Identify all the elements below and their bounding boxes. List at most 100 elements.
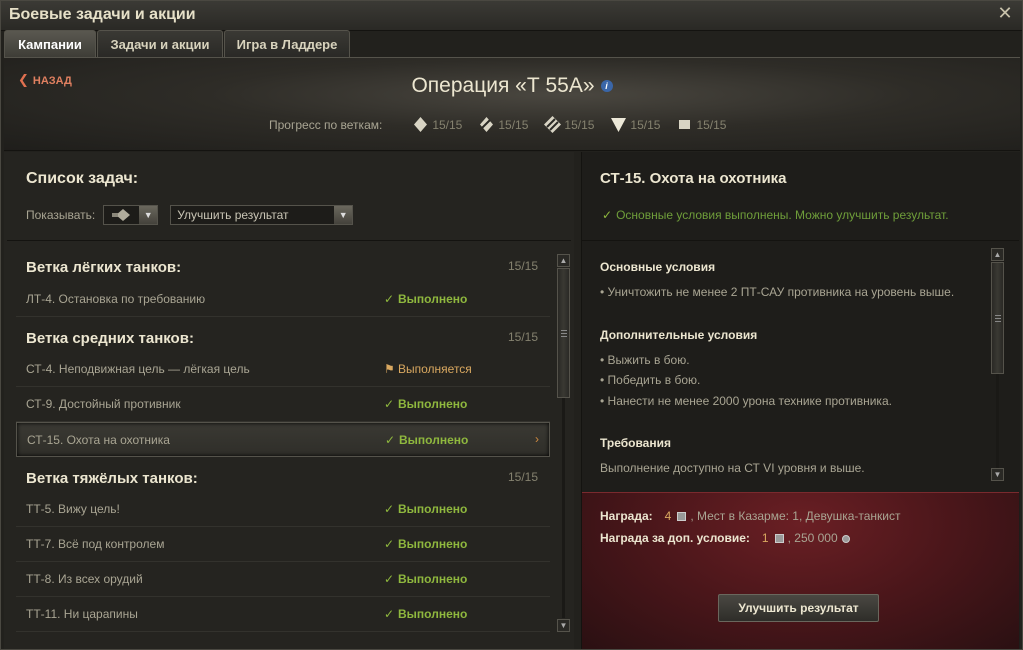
requirements-text: Выполнение доступно на СТ VI уровня и вы… [600,461,865,475]
branch-value: 15/15 [498,117,529,132]
scroll-up-icon[interactable]: ▲ [991,248,1004,261]
grip-line [995,315,1001,316]
scroll-thumb[interactable] [991,262,1004,374]
check-icon: ✓ [384,502,395,516]
title-bar: Боевые задачи и акции ✕ [1,1,1022,31]
task-row[interactable]: СТ-4. Неподвижная цель — лёгкая цель ⚑ Вы… [16,352,550,387]
task-row[interactable]: ТТ-11. Ни царапины ✓ Выполнено [16,597,550,632]
check-icon: ✓ [384,397,395,411]
task-list: Ветка лёгких танков: 15/15 ЛТ-4. Останов… [16,252,550,637]
blank-form-icon [774,534,784,544]
medium-tank-icon [480,117,494,132]
extra-reward-amount: 1 [761,531,769,545]
close-icon[interactable]: ✕ [996,4,1014,22]
extra-reward-label: Награда за доп. условие: [600,531,750,545]
task-status: ✓ Выполнено [384,537,467,551]
reward-rest: , Мест в Казарме: 1, Девушка-танкист [690,509,901,523]
grip-line [561,330,567,331]
vehicle-type-icon [112,209,131,221]
extra-condition-item: • Нанести не менее 2000 урона технике пр… [600,394,892,408]
check-icon: ✓ [384,292,395,306]
task-name: СТ-9. Достойный противник [26,397,181,411]
branch-spg: 15/15 [676,116,726,133]
scroll-down-icon[interactable]: ▼ [991,468,1004,481]
task-row-selected[interactable]: СТ-15. Охота на охотника ✓ Выполнено › [16,422,550,457]
status-text: Выполнено [398,607,468,621]
task-row[interactable]: ТТ-7. Всё под контролем ✓ Выполнено [16,527,550,562]
vehicle-type-filter[interactable]: ▼ [103,205,159,225]
branch-light: 15/15 [412,116,462,133]
improve-result-button[interactable]: Улучшить результат [718,594,879,622]
light-tank-icon [414,117,428,132]
task-row[interactable]: ТТ-8. Из всех орудий ✓ Выполнено [16,562,550,597]
task-name: СТ-4. Неподвижная цель — лёгкая цель [26,362,250,376]
scroll-up-icon[interactable]: ▲ [557,254,570,267]
tab-campaigns[interactable]: Кампании [4,30,96,57]
status-filter-select[interactable]: Улучшить результат ▼ [170,205,354,225]
reward-label: Награда: [600,509,653,523]
task-name: ТТ-5. Вижу цель! [26,502,120,516]
task-name: ТТ-7. Всё под контролем [26,537,165,551]
group-title-medium: Ветка средних танков: [26,330,194,347]
task-status: ✓ Выполнено [385,433,468,447]
task-status: ⚑ Выполняется [384,362,472,376]
flag-icon: ⚑ [384,362,395,376]
status-text: Основные условия выполнены. Можно улучши… [616,208,949,222]
info-icon[interactable]: i [600,80,613,93]
branch-value: 15/15 [564,117,595,132]
group-title-light: Ветка лёгких танков: [26,259,182,276]
operation-header: ❮ НАЗАД Операция «Т 55А» i Прогресс по вет… [4,57,1020,151]
task-name: ТТ-8. Из всех орудий [26,572,143,586]
status-filter-value: Улучшить результат [177,208,289,222]
group-count-heavy: 15/15 [507,470,538,484]
task-list-title: Список задач: [26,170,139,187]
extra-condition-item: • Выжить в бою. [600,353,690,367]
divider [582,240,1019,241]
chevron-right-icon: › [535,432,539,446]
requirements-title: Требования [600,436,671,450]
status-text: Выполняется [398,362,472,376]
group-count-light: 15/15 [507,259,538,273]
grip-line [995,321,1001,322]
check-icon: ✓ [384,607,395,621]
details-scrollbar[interactable]: ▲ ▼ [991,248,1005,482]
filter-row: Показывать: ▼ Улучшить результат ▼ [26,205,354,225]
task-status: ✓ Выполнено [384,572,467,586]
tab-tasks-and-actions[interactable]: Задачи и акции [97,30,223,57]
scroll-thumb[interactable] [557,268,570,398]
grip-line [561,336,567,337]
status-text: Выполнено [398,537,468,551]
task-list-panel: Список задач: Показывать: ▼ Улучшить рез… [4,152,574,649]
task-name: ЛТ-4. Остановка по требованию [26,292,206,306]
grip-line [561,333,567,334]
status-text: Выполнено [398,397,468,411]
branch-progress: Прогресс по веткам: 15/15 15/15 15/15 15… [269,116,742,133]
reward-amount: 4 [664,509,672,523]
task-row[interactable]: ЛТ-4. Остановка по требованию ✓ Выполнено [16,282,550,317]
scroll-down-icon[interactable]: ▼ [557,619,570,632]
reward-panel: Награда: 4 , Мест в Казарме: 1, Девушка-та… [582,492,1019,649]
task-details-panel: СТ-15. Охота на охотника ✓ Основные услов… [581,152,1020,649]
task-status: ✓ Выполнено [384,607,467,621]
operation-title: Операция «Т 55А» [411,74,595,97]
main-conditions-title: Основные условия [600,260,716,274]
task-details-title: СТ-15. Охота на охотника [600,170,787,187]
task-status: ✓ Выполнено [384,397,467,411]
extra-reward-rest: , 250 000 [787,531,838,545]
branch-value: 15/15 [432,117,463,132]
window-title: Боевые задачи и акции [9,6,196,23]
tab-ladder[interactable]: Игра в Ладдере [224,30,350,57]
status-text: Выполнено [398,292,468,306]
extra-conditions-title: Дополнительные условия [600,328,758,342]
branch-td: 15/15 [610,116,660,133]
chevron-down-icon: ▼ [139,206,158,224]
reward-line: Награда: 4 , Мест в Казарме: 1, Девушка-та… [600,509,901,523]
spg-icon [679,120,691,129]
chevron-down-icon: ▼ [334,206,353,224]
task-list-scrollbar[interactable]: ▲ ▼ [557,254,571,634]
task-row[interactable]: СТ-9. Достойный противник ✓ Выполнено [16,387,550,422]
td-icon [611,118,627,132]
main-condition-item: • Уничтожить не менее 2 ПТ-САУ противник… [600,285,955,299]
task-details-status: ✓ Основные условия выполнены. Можно улучш… [602,208,949,222]
task-row[interactable]: ТТ-5. Вижу цель! ✓ Выполнено [16,492,550,527]
